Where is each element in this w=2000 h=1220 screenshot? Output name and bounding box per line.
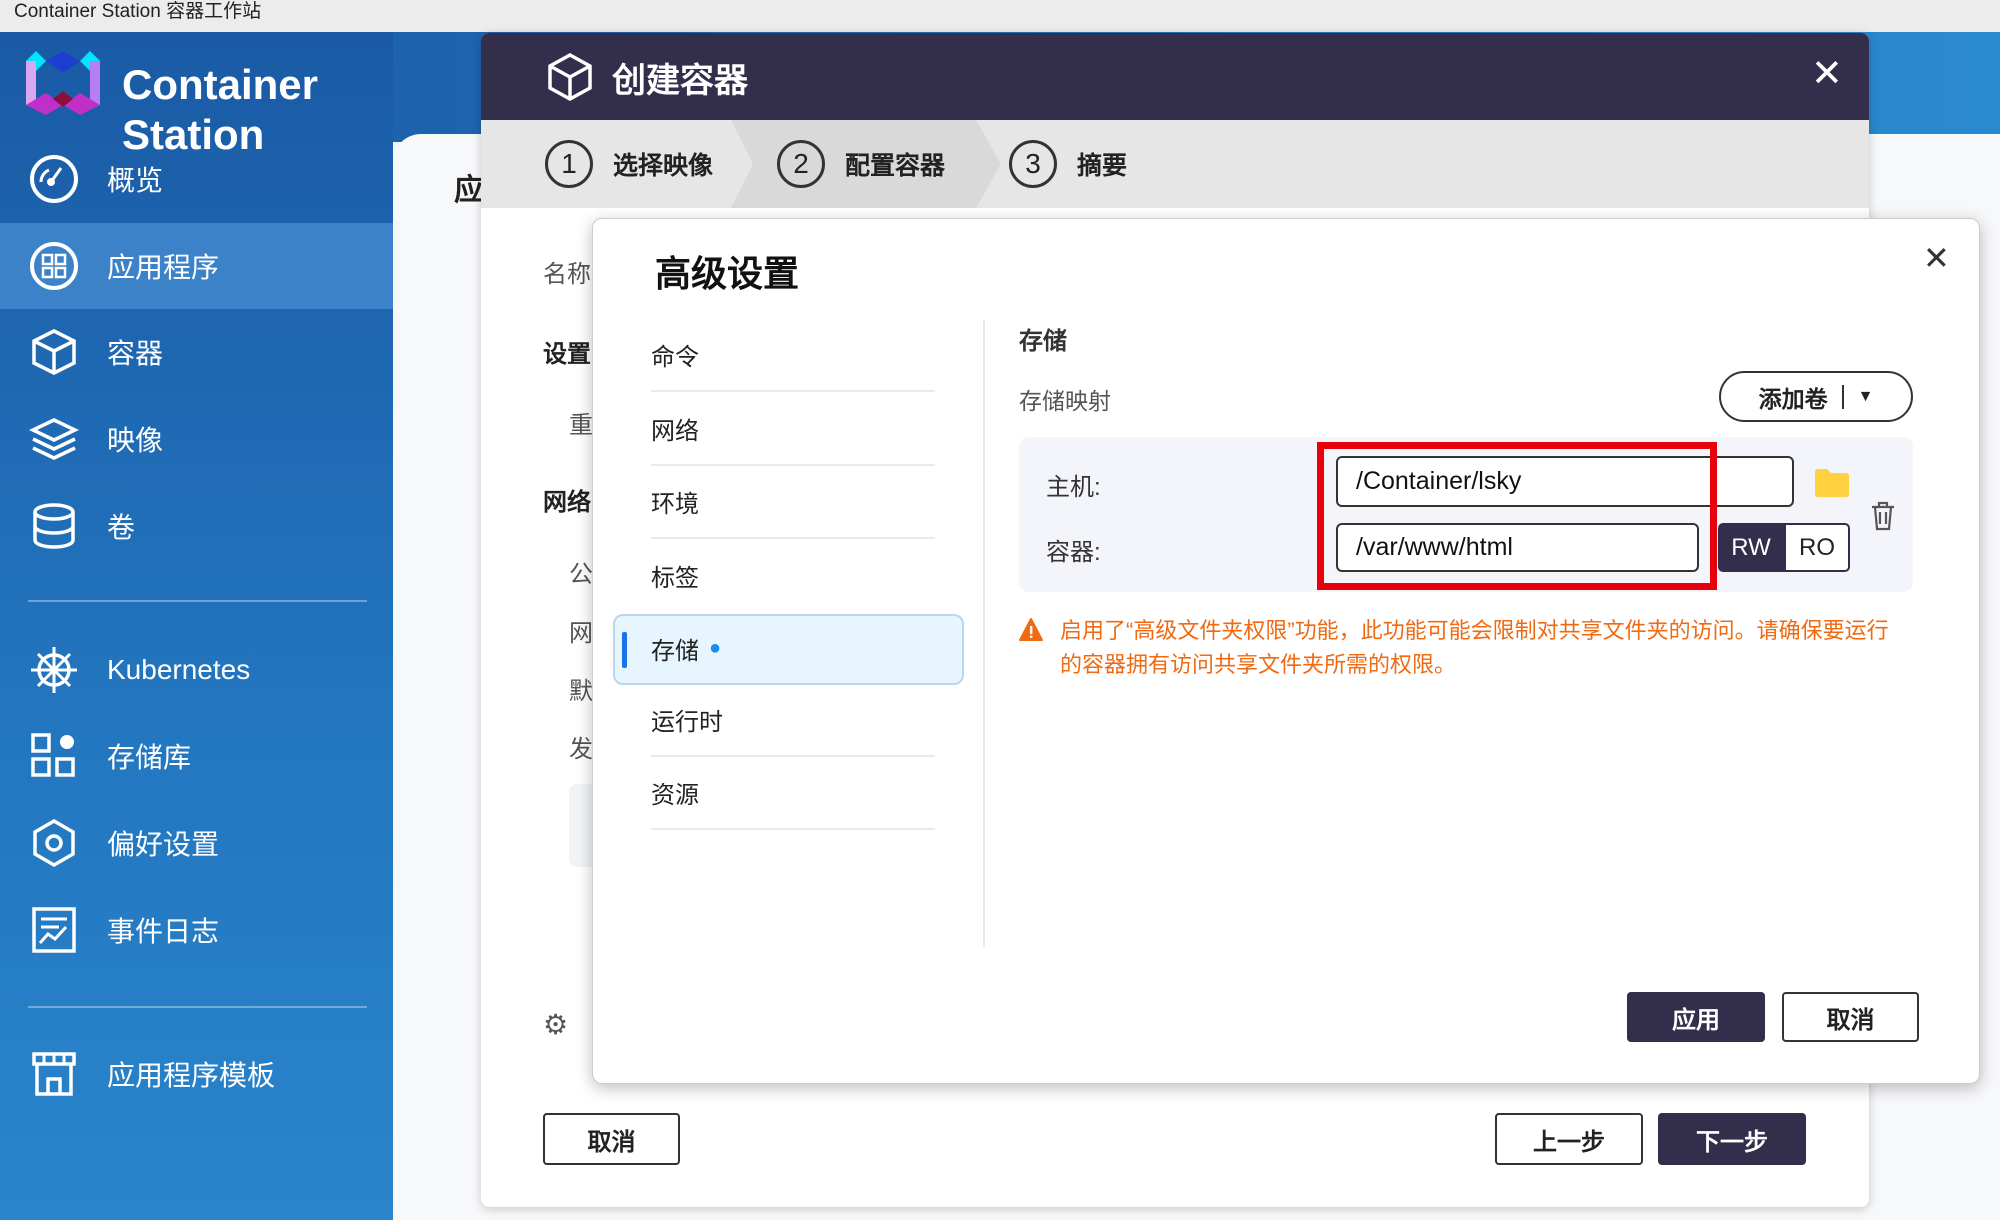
- apply-button[interactable]: 应用: [1627, 992, 1765, 1042]
- previous-button[interactable]: 上一步: [1495, 1113, 1643, 1165]
- menu-item-storage[interactable]: 存储 ●: [651, 612, 935, 685]
- cube-icon: [548, 53, 592, 101]
- sidebar-item-label: 应用程序模板: [107, 1060, 276, 1091]
- gear-icon[interactable]: ⚙: [543, 1008, 568, 1041]
- dialog-header: 创建容器 ✕: [481, 33, 1869, 120]
- host-label: 主机:: [1046, 474, 1101, 501]
- sidebar: Container Station 概览 应用程序 容器 映像 卷 Kubern…: [0, 32, 393, 1220]
- gear-icon: [28, 817, 80, 869]
- name-label: 名称: [543, 261, 591, 288]
- warning-icon: [1019, 618, 1043, 641]
- cancel-button[interactable]: 取消: [1782, 992, 1919, 1042]
- rw-toggle[interactable]: RW: [1718, 523, 1784, 572]
- sidebar-item-registry[interactable]: 存储库: [0, 713, 393, 799]
- container-label: 容器:: [1046, 539, 1101, 566]
- warning-text-line1: 启用了“高级文件夹权限”功能，此功能可能会限制对共享文件夹的访问。请确保要运行: [1060, 618, 1889, 643]
- section-title: 存储: [1019, 328, 1067, 355]
- divider: [983, 320, 985, 947]
- gauge-icon: [28, 153, 80, 205]
- warning-text-line2: 的容器拥有访问共享文件夹所需的权限。: [1060, 652, 1457, 677]
- sidebar-item-containers[interactable]: 容器: [0, 309, 393, 395]
- restart-label: 重: [569, 412, 593, 439]
- log-icon: [28, 904, 80, 956]
- container-station-logo: [26, 51, 100, 115]
- menu-item-runtime[interactable]: 运行时: [651, 684, 935, 757]
- sidebar-item-label: 存储库: [107, 742, 192, 773]
- settings-label: 设置: [543, 341, 591, 368]
- menu-item-resources[interactable]: 资源: [651, 757, 935, 830]
- step-configure-container: 2 配置容器: [777, 120, 945, 208]
- sidebar-item-kubernetes[interactable]: Kubernetes: [0, 627, 393, 713]
- sidebar-item-label: 卷: [107, 512, 136, 543]
- network-label: 网络: [543, 489, 591, 516]
- sidebar-divider: [28, 1006, 367, 1008]
- close-icon[interactable]: ✕: [1811, 51, 1843, 97]
- add-volume-button[interactable]: 添加卷 ▼: [1719, 371, 1913, 422]
- bg-label: 公: [569, 561, 593, 588]
- sidebar-item-label: 事件日志: [107, 916, 220, 947]
- modified-dot-icon: ●: [709, 637, 722, 659]
- next-button[interactable]: 下一步: [1658, 1113, 1806, 1165]
- ro-toggle[interactable]: RO: [1784, 523, 1850, 572]
- dialog-title: 高级设置: [655, 253, 800, 294]
- menu-item-command[interactable]: 命令: [651, 319, 935, 392]
- dialog-title: 创建容器: [612, 62, 748, 100]
- step-select-image: 1 选择映像: [545, 120, 713, 208]
- menu-item-network[interactable]: 网络: [651, 393, 935, 466]
- sidebar-item-label: 偏好设置: [107, 829, 220, 860]
- trash-icon[interactable]: [1870, 501, 1896, 531]
- advanced-settings-dialog: 高级设置 ✕ 命令 网络 环境 标签 存储 ● 运行时 资源 存储 存储映射 添加…: [592, 218, 1980, 1084]
- menu-item-labels[interactable]: 标签: [651, 539, 935, 612]
- window-title: Container Station 容器工作站: [14, 1, 262, 22]
- window-title-bar: Container Station 容器工作站: [0, 0, 2000, 32]
- sidebar-item-label: 容器: [107, 338, 164, 369]
- page-title-fragment: 应: [454, 174, 484, 207]
- menu-item-environment[interactable]: 环境: [651, 466, 935, 539]
- storage-mapping-label: 存储映射: [1019, 388, 1111, 414]
- sidebar-item-overview[interactable]: 概览: [0, 136, 393, 222]
- sidebar-item-app-templates[interactable]: 应用程序模板: [0, 1031, 393, 1117]
- helm-icon: [28, 644, 80, 696]
- wizard-steps: 1 选择映像 2 配置容器 3 摘要: [481, 120, 1869, 208]
- sidebar-divider: [28, 600, 367, 602]
- sidebar-item-label: 概览: [107, 165, 164, 196]
- highlight-box: [1317, 442, 1717, 590]
- sidebar-item-apps[interactable]: 应用程序: [0, 223, 393, 309]
- cube-icon: [28, 326, 80, 378]
- sidebar-item-volumes[interactable]: 卷: [0, 483, 393, 569]
- store-icon: [28, 1048, 80, 1100]
- sidebar-item-event-log[interactable]: 事件日志: [0, 887, 393, 973]
- folder-icon[interactable]: [1815, 469, 1849, 497]
- dropdown-arrow-icon: ▼: [1857, 387, 1874, 405]
- sidebar-item-images[interactable]: 映像: [0, 396, 393, 482]
- bg-label: 默: [569, 678, 593, 705]
- database-icon: [28, 500, 80, 552]
- bg-label: 网: [569, 620, 593, 647]
- sidebar-item-label: 映像: [107, 425, 164, 456]
- step-summary: 3 摘要: [1009, 120, 1127, 208]
- layers-icon: [28, 413, 80, 465]
- grid-icon: [28, 730, 80, 782]
- sidebar-item-preferences[interactable]: 偏好设置: [0, 800, 393, 886]
- sidebar-item-label: 应用程序: [107, 252, 220, 283]
- sidebar-item-label: Kubernetes: [107, 654, 251, 685]
- close-icon[interactable]: ✕: [1923, 239, 1950, 277]
- bg-label: 发: [569, 736, 593, 763]
- apps-icon: [28, 240, 80, 292]
- cancel-button[interactable]: 取消: [543, 1113, 680, 1165]
